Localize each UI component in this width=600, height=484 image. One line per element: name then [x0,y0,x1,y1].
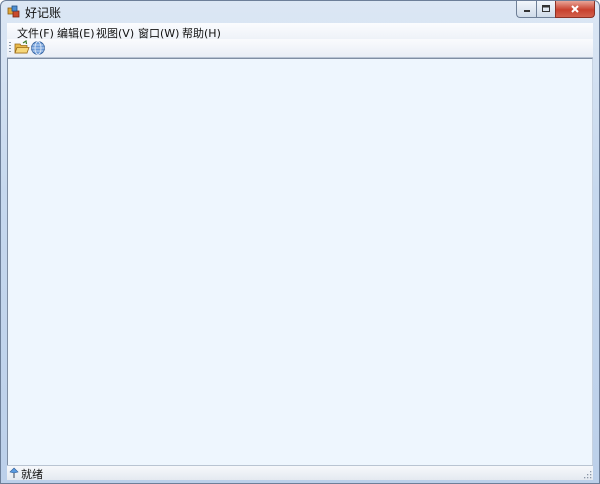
minimize-icon [523,10,530,12]
app-icon[interactable] [7,5,21,19]
close-icon [571,5,579,13]
app-window: 好记账 文件(F) 编辑(E) 视图(V) 窗口(W) 帮助(H) 就绪 [0,0,600,484]
mdi-workspace[interactable] [7,58,593,465]
title-bar[interactable]: 好记账 [1,1,599,23]
maximize-icon [542,5,550,12]
toolbar-grip[interactable] [9,42,11,54]
maximize-button[interactable] [536,1,555,18]
open-folder-icon[interactable] [14,40,30,56]
status-lamp-icon [9,467,19,478]
minimize-button[interactable] [516,1,536,18]
status-text: 就绪 [21,468,43,481]
client-area: 文件(F) 编辑(E) 视图(V) 窗口(W) 帮助(H) 就绪 [7,23,593,481]
window-controls [516,1,595,18]
status-bar: 就绪 [7,465,593,481]
menu-bar: 文件(F) 编辑(E) 视图(V) 窗口(W) 帮助(H) [7,23,593,40]
toolbar [7,39,593,58]
close-button[interactable] [555,1,595,18]
globe-icon[interactable] [30,40,46,56]
resize-grip-icon[interactable] [582,469,592,479]
window-title: 好记账 [25,6,62,20]
